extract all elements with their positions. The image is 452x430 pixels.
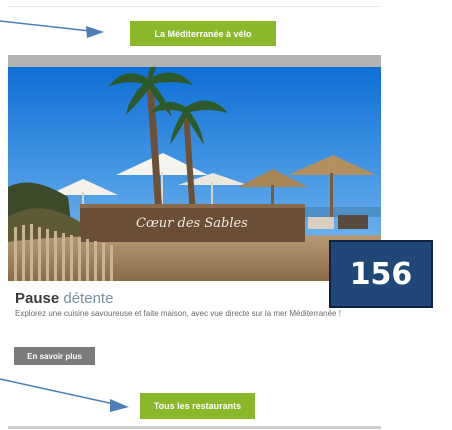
card-title: Pause détente (15, 290, 113, 307)
bottom-divider (8, 426, 381, 429)
card-title-accent: détente (59, 290, 114, 307)
beach-restaurant-photo[interactable]: Cœur des Sables (8, 67, 381, 281)
sign-text: Cœur des Sables (136, 216, 248, 231)
top-divider (8, 6, 380, 7)
image-top-band (8, 55, 381, 67)
card-description: Explorez une cuisine savoureuse et faite… (15, 309, 341, 318)
more-info-button[interactable]: En savoir plus (14, 347, 95, 365)
page-number-badge: 156 (329, 240, 433, 308)
card-title-strong: Pause (15, 290, 60, 307)
all-restaurants-button[interactable]: Tous les restaurants (140, 393, 255, 419)
velo-button[interactable]: La Méditerranée à vélo (130, 21, 276, 46)
